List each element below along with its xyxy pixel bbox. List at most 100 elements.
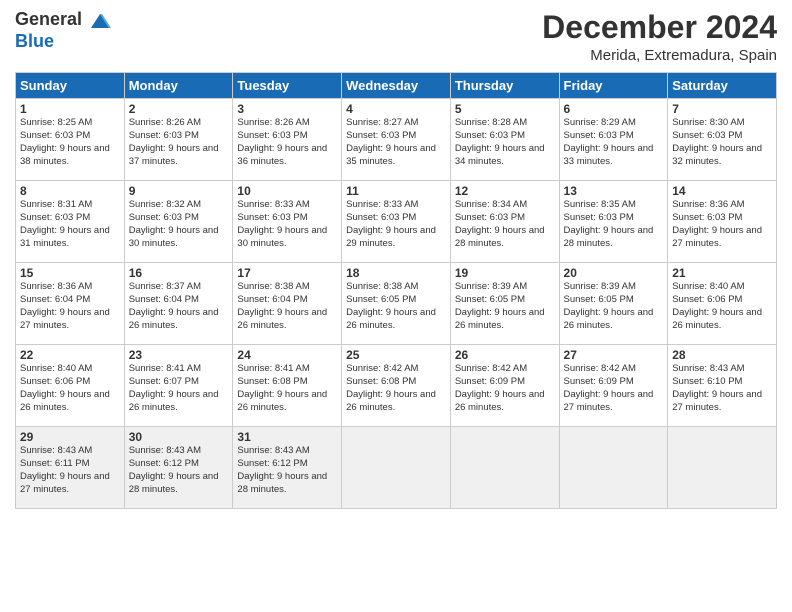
day-number: 2 <box>129 102 229 116</box>
day-number: 8 <box>20 184 120 198</box>
day-cell: 20Sunrise: 8:39 AMSunset: 6:05 PMDayligh… <box>559 263 668 345</box>
day-number: 1 <box>20 102 120 116</box>
logo-blue: Blue <box>15 31 54 51</box>
day-info: Sunrise: 8:41 AMSunset: 6:07 PMDaylight:… <box>129 363 219 412</box>
day-cell: 14Sunrise: 8:36 AMSunset: 6:03 PMDayligh… <box>668 181 777 263</box>
day-info: Sunrise: 8:31 AMSunset: 6:03 PMDaylight:… <box>20 199 110 248</box>
day-info: Sunrise: 8:39 AMSunset: 6:05 PMDaylight:… <box>455 281 545 330</box>
day-number: 25 <box>346 348 446 362</box>
day-number: 27 <box>564 348 664 362</box>
day-cell: 23Sunrise: 8:41 AMSunset: 6:07 PMDayligh… <box>124 345 233 427</box>
col-friday: Friday <box>559 73 668 99</box>
day-info: Sunrise: 8:39 AMSunset: 6:05 PMDaylight:… <box>564 281 654 330</box>
col-wednesday: Wednesday <box>342 73 451 99</box>
day-info: Sunrise: 8:28 AMSunset: 6:03 PMDaylight:… <box>455 117 545 166</box>
day-cell: 27Sunrise: 8:42 AMSunset: 6:09 PMDayligh… <box>559 345 668 427</box>
day-info: Sunrise: 8:35 AMSunset: 6:03 PMDaylight:… <box>564 199 654 248</box>
day-number: 3 <box>237 102 337 116</box>
day-cell: 17Sunrise: 8:38 AMSunset: 6:04 PMDayligh… <box>233 263 342 345</box>
day-info: Sunrise: 8:34 AMSunset: 6:03 PMDaylight:… <box>455 199 545 248</box>
day-info: Sunrise: 8:33 AMSunset: 6:03 PMDaylight:… <box>237 199 327 248</box>
day-cell <box>559 427 668 509</box>
day-info: Sunrise: 8:29 AMSunset: 6:03 PMDaylight:… <box>564 117 654 166</box>
day-cell: 22Sunrise: 8:40 AMSunset: 6:06 PMDayligh… <box>16 345 125 427</box>
day-info: Sunrise: 8:32 AMSunset: 6:03 PMDaylight:… <box>129 199 219 248</box>
day-number: 13 <box>564 184 664 198</box>
col-saturday: Saturday <box>668 73 777 99</box>
title-block: December 2024 Merida, Extremadura, Spain <box>542 10 777 64</box>
day-number: 7 <box>672 102 772 116</box>
day-cell: 2Sunrise: 8:26 AMSunset: 6:03 PMDaylight… <box>124 99 233 181</box>
day-cell: 5Sunrise: 8:28 AMSunset: 6:03 PMDaylight… <box>450 99 559 181</box>
week-row-5: 29Sunrise: 8:43 AMSunset: 6:11 PMDayligh… <box>16 427 777 509</box>
day-number: 5 <box>455 102 555 116</box>
day-number: 18 <box>346 266 446 280</box>
day-cell: 6Sunrise: 8:29 AMSunset: 6:03 PMDaylight… <box>559 99 668 181</box>
day-number: 23 <box>129 348 229 362</box>
day-number: 19 <box>455 266 555 280</box>
day-number: 10 <box>237 184 337 198</box>
week-row-1: 1Sunrise: 8:25 AMSunset: 6:03 PMDaylight… <box>16 99 777 181</box>
day-number: 22 <box>20 348 120 362</box>
day-info: Sunrise: 8:25 AMSunset: 6:03 PMDaylight:… <box>20 117 110 166</box>
day-number: 30 <box>129 430 229 444</box>
day-cell: 29Sunrise: 8:43 AMSunset: 6:11 PMDayligh… <box>16 427 125 509</box>
calendar-table: Sunday Monday Tuesday Wednesday Thursday… <box>15 72 777 509</box>
day-number: 31 <box>237 430 337 444</box>
day-cell: 9Sunrise: 8:32 AMSunset: 6:03 PMDaylight… <box>124 181 233 263</box>
col-tuesday: Tuesday <box>233 73 342 99</box>
day-cell: 21Sunrise: 8:40 AMSunset: 6:06 PMDayligh… <box>668 263 777 345</box>
day-info: Sunrise: 8:40 AMSunset: 6:06 PMDaylight:… <box>20 363 110 412</box>
day-number: 28 <box>672 348 772 362</box>
day-info: Sunrise: 8:30 AMSunset: 6:03 PMDaylight:… <box>672 117 762 166</box>
day-info: Sunrise: 8:26 AMSunset: 6:03 PMDaylight:… <box>129 117 219 166</box>
day-number: 15 <box>20 266 120 280</box>
day-info: Sunrise: 8:41 AMSunset: 6:08 PMDaylight:… <box>237 363 327 412</box>
day-cell: 25Sunrise: 8:42 AMSunset: 6:08 PMDayligh… <box>342 345 451 427</box>
day-cell: 18Sunrise: 8:38 AMSunset: 6:05 PMDayligh… <box>342 263 451 345</box>
day-info: Sunrise: 8:38 AMSunset: 6:04 PMDaylight:… <box>237 281 327 330</box>
day-info: Sunrise: 8:37 AMSunset: 6:04 PMDaylight:… <box>129 281 219 330</box>
day-number: 29 <box>20 430 120 444</box>
day-info: Sunrise: 8:26 AMSunset: 6:03 PMDaylight:… <box>237 117 327 166</box>
logo-general: General <box>15 9 82 29</box>
day-cell: 19Sunrise: 8:39 AMSunset: 6:05 PMDayligh… <box>450 263 559 345</box>
day-cell: 28Sunrise: 8:43 AMSunset: 6:10 PMDayligh… <box>668 345 777 427</box>
day-info: Sunrise: 8:43 AMSunset: 6:12 PMDaylight:… <box>237 445 327 494</box>
day-number: 17 <box>237 266 337 280</box>
header-row: Sunday Monday Tuesday Wednesday Thursday… <box>16 73 777 99</box>
day-info: Sunrise: 8:36 AMSunset: 6:03 PMDaylight:… <box>672 199 762 248</box>
day-info: Sunrise: 8:43 AMSunset: 6:11 PMDaylight:… <box>20 445 110 494</box>
day-info: Sunrise: 8:27 AMSunset: 6:03 PMDaylight:… <box>346 117 436 166</box>
col-thursday: Thursday <box>450 73 559 99</box>
day-cell: 24Sunrise: 8:41 AMSunset: 6:08 PMDayligh… <box>233 345 342 427</box>
week-row-2: 8Sunrise: 8:31 AMSunset: 6:03 PMDaylight… <box>16 181 777 263</box>
day-info: Sunrise: 8:40 AMSunset: 6:06 PMDaylight:… <box>672 281 762 330</box>
day-number: 26 <box>455 348 555 362</box>
day-info: Sunrise: 8:33 AMSunset: 6:03 PMDaylight:… <box>346 199 436 248</box>
day-cell: 31Sunrise: 8:43 AMSunset: 6:12 PMDayligh… <box>233 427 342 509</box>
day-number: 4 <box>346 102 446 116</box>
day-info: Sunrise: 8:42 AMSunset: 6:09 PMDaylight:… <box>564 363 654 412</box>
day-cell: 8Sunrise: 8:31 AMSunset: 6:03 PMDaylight… <box>16 181 125 263</box>
month-title: December 2024 <box>542 10 777 45</box>
day-cell: 12Sunrise: 8:34 AMSunset: 6:03 PMDayligh… <box>450 181 559 263</box>
day-number: 14 <box>672 184 772 198</box>
logo-icon <box>89 10 111 32</box>
week-row-3: 15Sunrise: 8:36 AMSunset: 6:04 PMDayligh… <box>16 263 777 345</box>
day-cell: 10Sunrise: 8:33 AMSunset: 6:03 PMDayligh… <box>233 181 342 263</box>
col-sunday: Sunday <box>16 73 125 99</box>
day-cell: 1Sunrise: 8:25 AMSunset: 6:03 PMDaylight… <box>16 99 125 181</box>
page-container: General Blue December 2024 Merida, Extre… <box>0 0 792 519</box>
day-cell: 26Sunrise: 8:42 AMSunset: 6:09 PMDayligh… <box>450 345 559 427</box>
day-cell: 30Sunrise: 8:43 AMSunset: 6:12 PMDayligh… <box>124 427 233 509</box>
day-info: Sunrise: 8:43 AMSunset: 6:10 PMDaylight:… <box>672 363 762 412</box>
day-number: 20 <box>564 266 664 280</box>
location-title: Merida, Extremadura, Spain <box>542 47 777 64</box>
day-info: Sunrise: 8:43 AMSunset: 6:12 PMDaylight:… <box>129 445 219 494</box>
logo: General Blue <box>15 10 111 51</box>
day-cell: 15Sunrise: 8:36 AMSunset: 6:04 PMDayligh… <box>16 263 125 345</box>
day-number: 21 <box>672 266 772 280</box>
day-cell: 3Sunrise: 8:26 AMSunset: 6:03 PMDaylight… <box>233 99 342 181</box>
day-number: 12 <box>455 184 555 198</box>
